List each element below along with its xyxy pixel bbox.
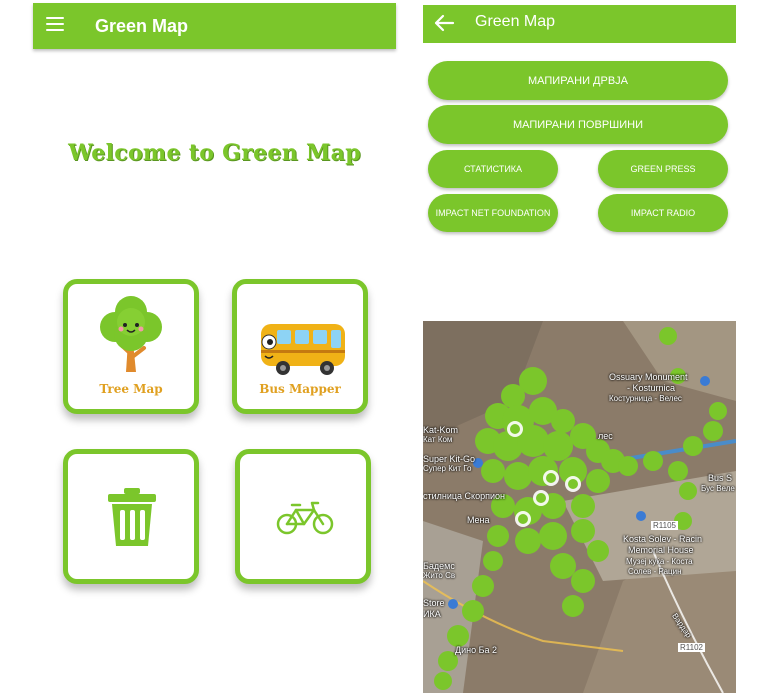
map-label-kosturnica-mk: Костурница - Велес bbox=[609, 394, 682, 403]
tree-map-tile[interactable]: Tree Map bbox=[63, 279, 199, 414]
map-label-badem: Бадемс bbox=[423, 561, 455, 571]
map-label-dino: Дино Ба 2 bbox=[455, 645, 498, 655]
map-label-super-kit: Super Kit-Go bbox=[423, 454, 476, 464]
mapped-areas-button[interactable]: МАПИРАНИ ПОВРШИНИ bbox=[428, 105, 728, 144]
map-label-ossuary: Ossuary Monument bbox=[609, 372, 688, 382]
map-label-koles: лес bbox=[598, 431, 613, 441]
map-label-solev-racin-mk: Солев - Рацин bbox=[628, 567, 682, 576]
map-label-bus-mk: Бус Веле bbox=[701, 484, 735, 493]
bus-mapper-tile[interactable]: Bus Mapper bbox=[232, 279, 368, 414]
statistics-button[interactable]: СТАТИСТИКА bbox=[428, 150, 558, 188]
back-arrow-icon[interactable] bbox=[433, 13, 455, 33]
bus-mapper-label: Bus Mapper bbox=[259, 382, 341, 396]
map-label-mena: Mена bbox=[467, 515, 490, 525]
map-label-zhito: Жито Св bbox=[423, 571, 456, 580]
bicycle-icon bbox=[276, 501, 334, 535]
tree-map-label: Tree Map bbox=[99, 382, 163, 396]
map-label-store: Store bbox=[423, 598, 445, 608]
map-label-kosta-museum-mk: Музеј куќа - Коста bbox=[626, 557, 693, 566]
impact-radio-button[interactable]: IMPACT RADIO bbox=[598, 194, 728, 232]
map-label-road-r1105: R1105 bbox=[651, 521, 678, 530]
mapped-trees-button[interactable]: МАПИРАНИ ДРВЈА bbox=[428, 61, 728, 100]
trash-can-icon bbox=[108, 488, 156, 546]
tree-map-view[interactable]: Ossuary Monument - Kosturnica Костурница… bbox=[423, 321, 736, 693]
waste-tile[interactable] bbox=[63, 449, 199, 584]
bus-icon bbox=[261, 324, 345, 375]
bicycle-tile[interactable] bbox=[235, 449, 371, 584]
left-top-app-bar: Green Map bbox=[33, 3, 396, 49]
map-label-ika: ИКА bbox=[423, 609, 441, 619]
map-label-memorial-house: Memorial House bbox=[628, 545, 694, 555]
impact-net-foundation-button[interactable]: IMPACT NET FOUNDATION bbox=[428, 194, 558, 232]
tree-icon bbox=[100, 296, 162, 372]
map-label-kosta-solev: Kosta Solev - Racin bbox=[623, 534, 703, 544]
left-app-title: Green Map bbox=[95, 16, 189, 36]
right-app-title: Green Map bbox=[475, 13, 556, 30]
map-label-road-r1102: R1102 bbox=[678, 643, 705, 652]
map-label-skorpion: стилница Скорпион bbox=[423, 491, 505, 501]
green-press-button[interactable]: GREEN PRESS bbox=[598, 150, 728, 188]
map-label-bus: Bus S bbox=[708, 473, 733, 483]
map-label-super-kit-mk: Супер Кит Го bbox=[423, 464, 472, 473]
welcome-heading: Welcome to Green Map bbox=[68, 140, 361, 166]
map-label-kosturnica: - Kosturnica bbox=[627, 383, 676, 393]
right-top-app-bar: Green Map bbox=[423, 5, 736, 43]
map-label-kat-kom-mk: Кат Ком bbox=[423, 435, 453, 444]
map-label-kat-kom: Kat-Kom bbox=[423, 425, 459, 435]
hamburger-menu-icon[interactable] bbox=[46, 17, 64, 33]
